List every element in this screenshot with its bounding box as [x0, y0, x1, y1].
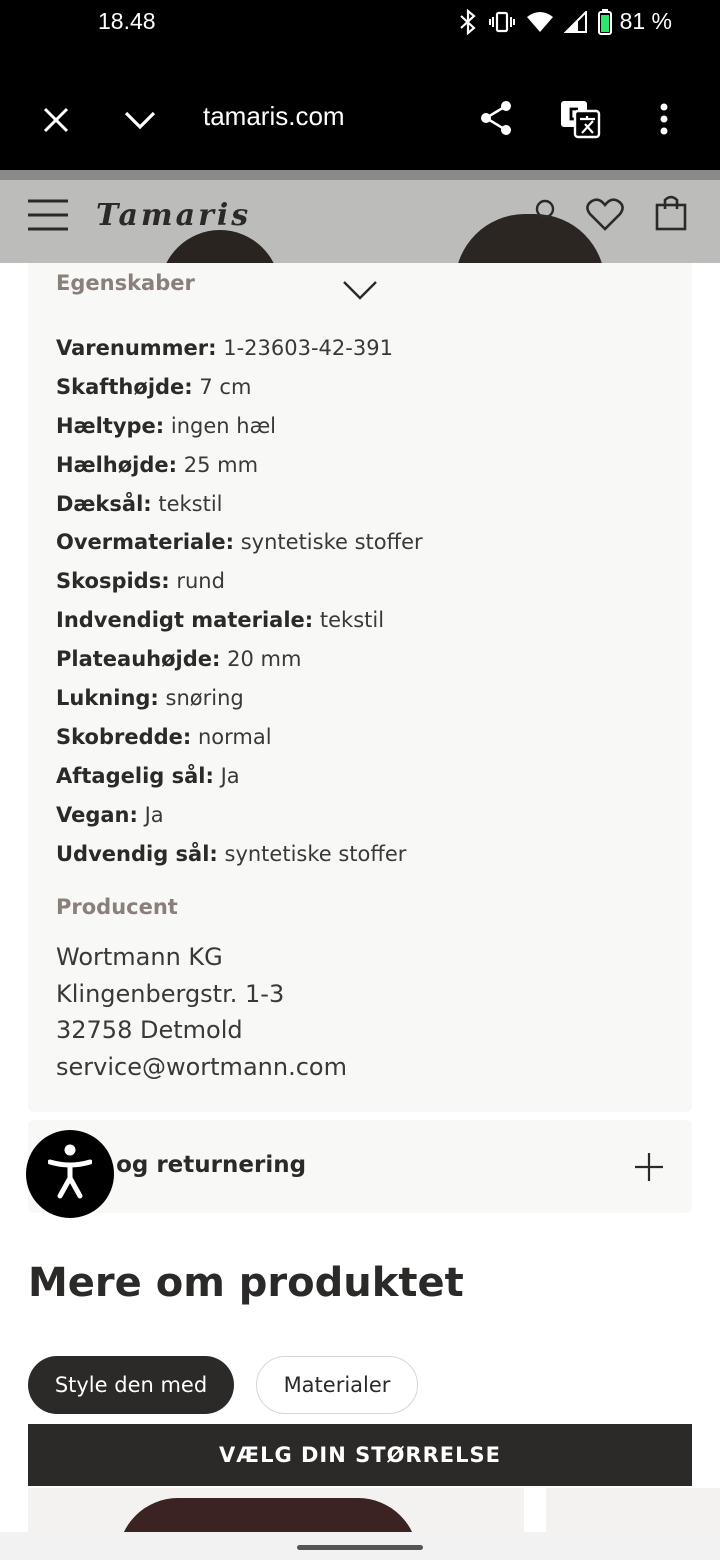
spec-item: Overmateriale: syntetiske stoffer	[56, 523, 423, 562]
hero-image	[455, 214, 605, 263]
browser-toolbar: tamaris.com	[0, 48, 720, 170]
spec-value: 20 mm	[227, 647, 302, 672]
url-bar[interactable]: tamaris.com	[203, 101, 345, 132]
spec-value: snøring	[165, 686, 244, 711]
spec-key: Hæltype:	[56, 413, 165, 438]
spec-value: ingen hæl	[170, 413, 277, 438]
product-card[interactable]	[546, 1488, 720, 1532]
delivery-returns-accordion[interactable]: ring og returnering	[28, 1120, 692, 1213]
status-icons: 81 %	[458, 8, 672, 35]
product-card[interactable]	[28, 1488, 524, 1532]
spec-value: Ja	[220, 763, 240, 788]
hero-image	[160, 230, 280, 263]
chevron-down-icon[interactable]	[120, 100, 160, 140]
system-nav-bar	[0, 1532, 720, 1560]
accessibility-button[interactable]	[26, 1130, 114, 1218]
spec-key: Lukning:	[56, 686, 159, 711]
bluetooth-icon	[458, 8, 478, 35]
site-header: Tamaris	[0, 170, 720, 263]
spec-item: Varenummer: 1-23603-42-391	[56, 329, 423, 368]
spec-key: Skospids:	[56, 569, 170, 594]
spec-item: Aftagelig sål: Ja	[56, 757, 423, 796]
heart-icon[interactable]	[584, 194, 626, 234]
spec-value: tekstil	[319, 608, 385, 633]
spec-item: Skobredde: normal	[56, 718, 423, 757]
more-vert-icon[interactable]	[644, 98, 684, 140]
spec-item: Udvendig sål: syntetiske stoffer	[56, 835, 423, 874]
spec-value: 1-23603-42-391	[223, 336, 393, 360]
spec-item: Skafthøjde: 7 cm	[56, 368, 423, 407]
spec-key: Dæksål:	[56, 491, 152, 516]
spec-value: syntetiske stoffer	[240, 530, 423, 555]
spec-item: Dæksål: tekstil	[56, 485, 423, 524]
spec-item: Skospids: rund	[56, 562, 423, 601]
status-bar: 18.48 81 %	[0, 0, 720, 48]
spec-value: tekstil	[158, 491, 223, 516]
spec-list: Varenummer: 1-23603-42-391 Skafthøjde: 7…	[56, 329, 423, 873]
menu-icon[interactable]	[28, 198, 68, 232]
home-gesture-pill[interactable]	[297, 1545, 423, 1550]
vibrate-icon	[488, 11, 516, 33]
spec-key: Hælhøjde:	[56, 452, 178, 477]
select-size-button[interactable]: VÆLG DIN STØRRELSE	[28, 1424, 692, 1486]
spec-key: Vegan:	[56, 802, 138, 827]
spec-value: 7 cm	[199, 374, 252, 399]
producer-email[interactable]: service@wortmann.com	[56, 1049, 347, 1086]
spec-value: Ja	[144, 802, 164, 827]
spec-key: Indvendigt materiale:	[56, 608, 314, 633]
wifi-icon	[526, 11, 554, 33]
account-icon[interactable]	[532, 198, 558, 220]
properties-title: Egenskaber	[56, 271, 195, 295]
spec-value: syntetiske stoffer	[224, 841, 407, 866]
signal-icon	[563, 10, 588, 33]
spec-value: 25 mm	[183, 452, 259, 477]
battery-icon	[597, 8, 612, 35]
spec-item: Hælhøjde: 25 mm	[56, 446, 423, 485]
spec-item: Indvendigt materiale: tekstil	[56, 601, 423, 640]
producer-city: 32758 Detmold	[56, 1016, 243, 1044]
tab-style-with[interactable]: Style den med	[28, 1356, 234, 1414]
spec-item: Plateauhøjde: 20 mm	[56, 640, 423, 679]
producer-address: Wortmann KG Klingenbergstr. 1-3 32758 De…	[56, 939, 347, 1085]
accessibility-icon	[47, 1144, 93, 1204]
spec-value: normal	[197, 724, 272, 749]
properties-panel: Egenskaber Varenummer: 1-23603-42-391 Sk…	[28, 263, 692, 1112]
spec-key: Overmateriale:	[56, 530, 235, 555]
spec-item: Hæltype: ingen hæl	[56, 407, 423, 446]
translate-icon[interactable]	[558, 98, 602, 140]
hero-image-edge	[0, 170, 720, 180]
spec-key: Skafthøjde:	[56, 374, 193, 399]
chevron-down-icon[interactable]	[342, 279, 378, 305]
spec-key: Aftagelig sål:	[56, 763, 214, 788]
producer-name: Wortmann KG	[56, 943, 223, 971]
plus-icon[interactable]	[634, 1152, 664, 1186]
spec-item: Lukning: snøring	[56, 679, 423, 718]
product-image	[118, 1498, 418, 1532]
close-icon[interactable]	[36, 100, 76, 140]
site-logo[interactable]: Tamaris	[96, 198, 251, 233]
section-heading: Mere om produktet	[28, 1260, 464, 1306]
bag-icon[interactable]	[652, 192, 690, 232]
spec-item: Vegan: Ja	[56, 796, 423, 835]
tab-materials[interactable]: Materialer	[256, 1356, 418, 1414]
spec-key: Udvendig sål:	[56, 841, 218, 866]
battery-level: 81 %	[619, 8, 672, 34]
status-time: 18.48	[98, 8, 156, 34]
producer-title: Producent	[56, 895, 178, 919]
spec-value: rund	[176, 569, 225, 594]
producer-street: Klingenbergstr. 1-3	[56, 979, 285, 1008]
spec-key: Skobredde:	[56, 724, 192, 749]
share-icon[interactable]	[476, 98, 516, 138]
spec-key: Plateauhøjde:	[56, 647, 221, 672]
spec-key: Varenummer:	[56, 336, 217, 360]
